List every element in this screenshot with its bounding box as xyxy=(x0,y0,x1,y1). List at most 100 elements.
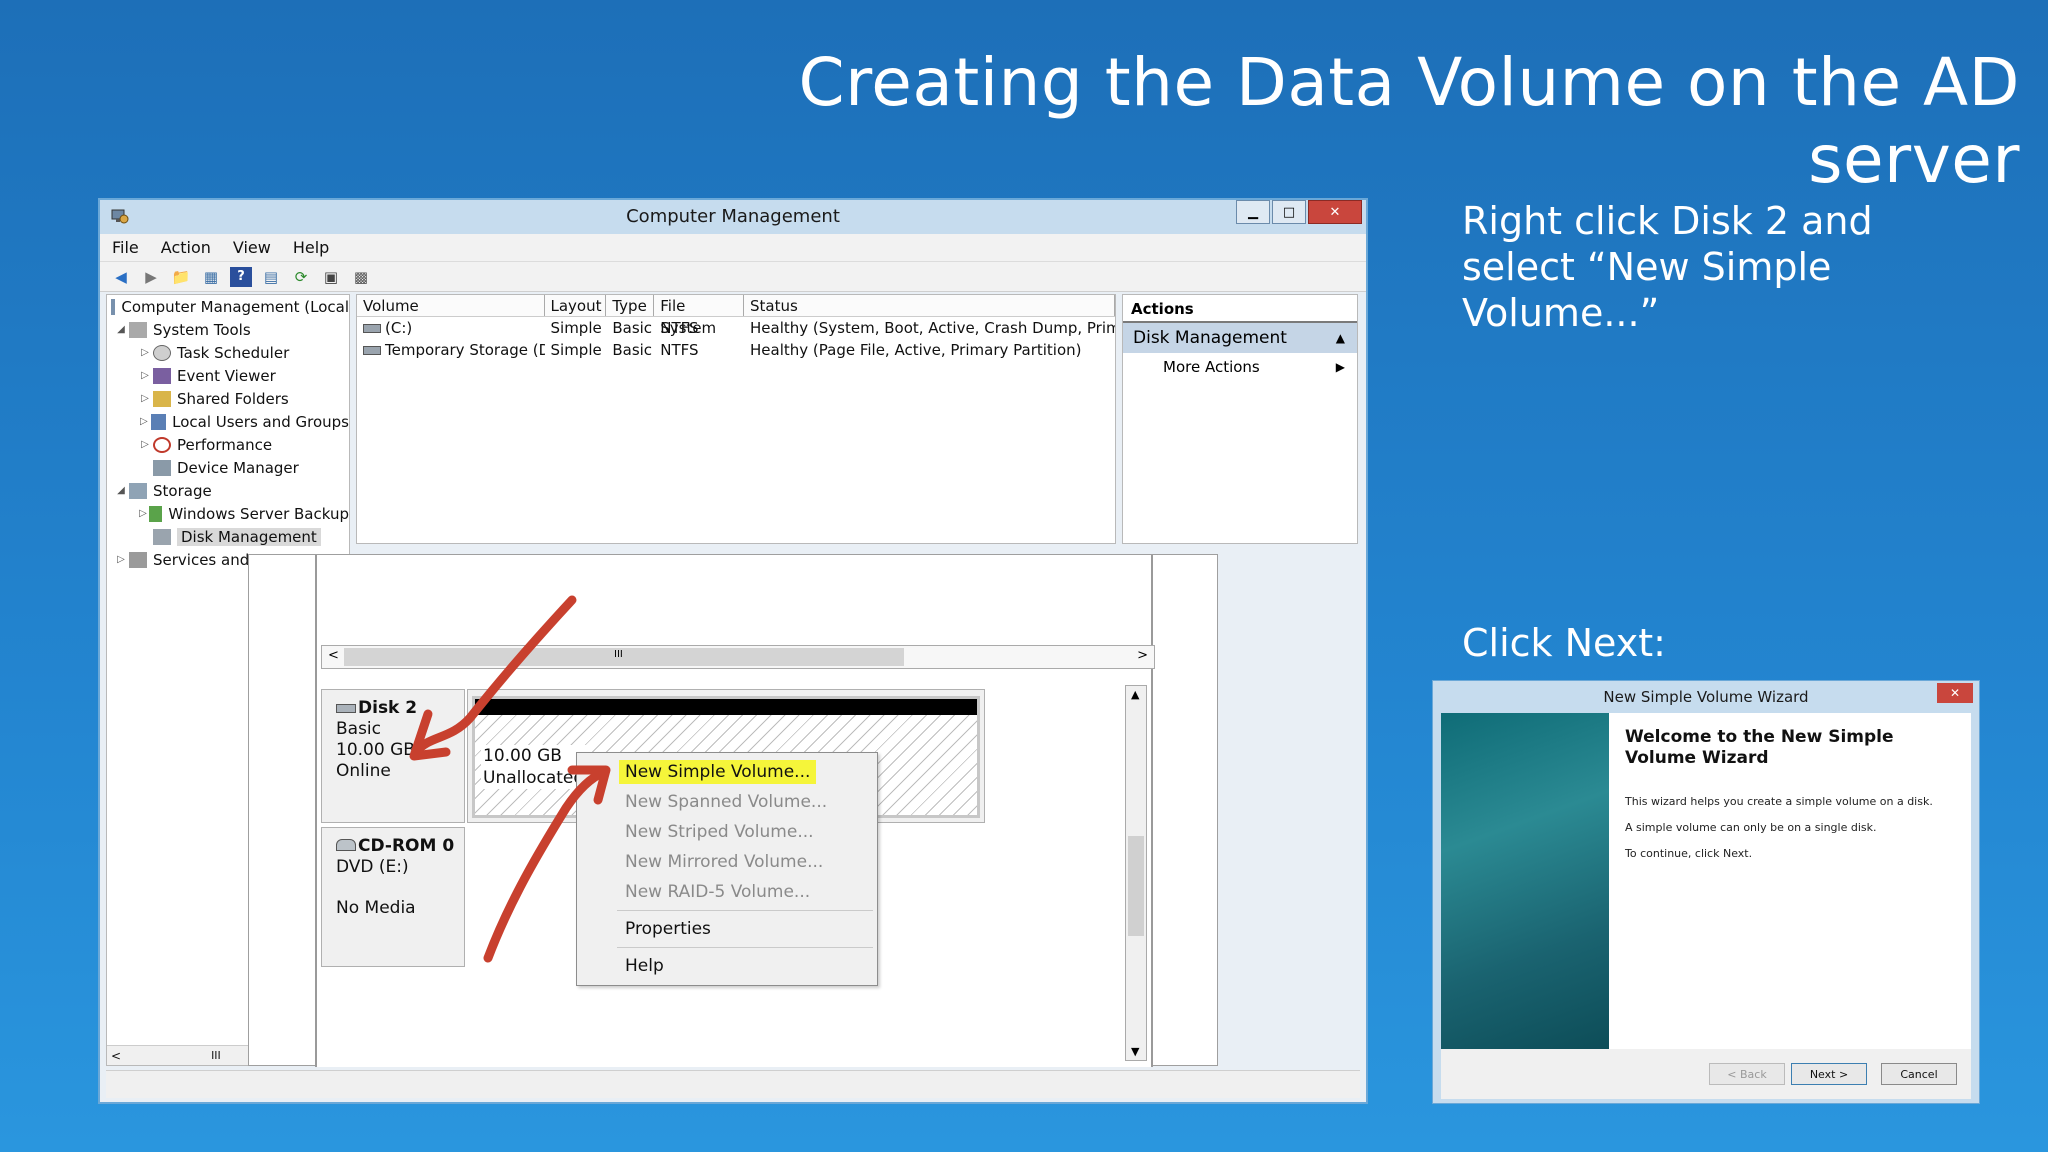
actions-pane: Actions Disk Management ▲ More Actions ▶ xyxy=(1122,294,1358,544)
tree-item-device-manager[interactable]: Device Manager xyxy=(107,456,349,479)
collapsed-triangle-icon[interactable]: ▷ xyxy=(137,347,153,358)
actions-header: Actions xyxy=(1123,295,1357,323)
tree-item-storage[interactable]: ◢ Storage xyxy=(107,479,349,502)
wizard-heading: Welcome to the New Simple Volume Wizard xyxy=(1625,727,1894,768)
show-hide-tree-icon[interactable]: ▦ xyxy=(200,267,222,287)
expanded-triangle-icon[interactable]: ◢ xyxy=(113,485,129,496)
next-button[interactable]: Next > xyxy=(1791,1063,1867,1085)
collapse-triangle-icon[interactable]: ▲ xyxy=(1336,323,1345,353)
scroll-left-icon[interactable]: < xyxy=(107,1049,121,1063)
menu-view[interactable]: View xyxy=(233,238,271,257)
table-row[interactable]: Temporary Storage (D:) Simple Basic NTFS… xyxy=(357,339,1115,361)
menu-help[interactable]: Help xyxy=(293,238,329,257)
tree-item-disk-management[interactable]: Disk Management xyxy=(107,525,349,548)
new-simple-volume-wizard: New Simple Volume Wizard ✕ Welcome to th… xyxy=(1432,680,1980,1104)
scroll-down-icon[interactable]: ▼ xyxy=(1131,1045,1139,1058)
column-header-type[interactable]: Type xyxy=(606,295,655,316)
event-viewer-icon xyxy=(153,367,171,384)
menu-item-new-striped-volume[interactable]: New Striped Volume... xyxy=(577,817,877,847)
collapsed-triangle-icon[interactable]: ▷ xyxy=(137,439,153,450)
tree-item-local-users-and-groups[interactable]: ▷ Local Users and Groups xyxy=(107,410,349,433)
refresh-icon[interactable]: ⟳ xyxy=(290,267,312,287)
title-bar[interactable]: Computer Management ▁ □ ✕ xyxy=(100,200,1366,234)
menu-item-new-mirrored-volume[interactable]: New Mirrored Volume... xyxy=(577,847,877,877)
forward-arrow-icon[interactable]: ▶ xyxy=(140,267,162,287)
tree-item-event-viewer[interactable]: ▷ Event Viewer xyxy=(107,364,349,387)
volume-type: Basic xyxy=(612,341,653,359)
scroll-right-icon[interactable]: > xyxy=(1137,648,1148,663)
tree-item-windows-server-backup[interactable]: ▷ Windows Server Backup xyxy=(107,502,349,525)
services-icon xyxy=(129,551,147,568)
tree-item-shared-folders[interactable]: ▷ Shared Folders xyxy=(107,387,349,410)
back-button[interactable]: < Back xyxy=(1709,1063,1785,1085)
scroll-left-icon[interactable]: < xyxy=(328,648,339,663)
menu-item-help[interactable]: Help xyxy=(577,951,877,981)
maximize-button[interactable]: □ xyxy=(1272,200,1306,224)
volume-list-pane: Volume Layout Type File System Status (C… xyxy=(356,294,1116,544)
vertical-scrollbar[interactable]: ▲ ▼ xyxy=(1125,685,1147,1061)
cdrom-label[interactable]: CD-ROM 0 DVD (E:) No Media xyxy=(321,827,465,967)
scroll-thumb-grip-icon[interactable]: III xyxy=(211,1049,221,1062)
settings-icon[interactable]: ▩ xyxy=(350,267,372,287)
backup-icon xyxy=(148,505,163,522)
tree-item-system-tools[interactable]: ◢ System Tools xyxy=(107,318,349,341)
tools-icon xyxy=(129,321,147,338)
back-arrow-icon[interactable]: ◀ xyxy=(110,267,132,287)
slide-title: Creating the Data Volume on the AD serve… xyxy=(798,44,2020,198)
collapsed-triangle-icon[interactable]: ▷ xyxy=(113,554,129,565)
performance-icon xyxy=(153,436,171,453)
menu-item-new-simple-volume[interactable]: New Simple Volume... xyxy=(577,757,877,787)
menu-action[interactable]: Action xyxy=(161,238,211,257)
scroll-thumb[interactable] xyxy=(344,648,904,666)
wizard-text: To continue, click Next. xyxy=(1625,847,1753,860)
minimize-button[interactable]: ▁ xyxy=(1236,200,1270,224)
collapsed-triangle-icon[interactable]: ▷ xyxy=(137,508,149,519)
storage-icon xyxy=(129,482,147,499)
disk-state: Online xyxy=(336,761,391,781)
tree-item-performance[interactable]: ▷ Performance xyxy=(107,433,349,456)
column-header-status[interactable]: Status xyxy=(744,295,1115,316)
show-hide-action-pane-icon[interactable]: ▤ xyxy=(260,267,282,287)
menu-bar: File Action View Help xyxy=(100,234,1366,262)
wizard-text: This wizard helps you create a simple vo… xyxy=(1625,795,1933,808)
menu-item-new-raid5-volume[interactable]: New RAID-5 Volume... xyxy=(577,877,877,907)
help-icon[interactable]: ? xyxy=(230,266,252,287)
device-manager-icon xyxy=(153,459,171,476)
column-header-file-system[interactable]: File System xyxy=(654,295,744,337)
column-header-layout[interactable]: Layout xyxy=(545,295,607,316)
volume-name: (C:) xyxy=(385,319,413,337)
scroll-up-icon[interactable]: ▲ xyxy=(1131,688,1139,701)
wizard-text: A simple volume can only be on a single … xyxy=(1625,821,1877,834)
table-row[interactable]: (C:) Simple Basic NTFS Healthy (System, … xyxy=(357,317,1115,339)
expanded-triangle-icon[interactable]: ◢ xyxy=(113,324,129,335)
users-icon xyxy=(150,413,167,430)
wizard-close-button[interactable]: ✕ xyxy=(1937,683,1973,703)
cancel-button[interactable]: Cancel xyxy=(1881,1063,1957,1085)
more-actions-item[interactable]: More Actions ▶ xyxy=(1123,353,1357,381)
scroll-thumb[interactable] xyxy=(1128,836,1144,936)
disk2-label[interactable]: Disk 2 Basic 10.00 GB Online xyxy=(321,689,465,823)
menu-item-properties[interactable]: Properties xyxy=(577,914,877,944)
volume-table-header: Volume Layout Type File System Status xyxy=(357,295,1115,337)
wizard-side-graphic xyxy=(1441,713,1609,1049)
disk-icon xyxy=(336,704,356,713)
close-button[interactable]: ✕ xyxy=(1308,200,1362,224)
actions-disk-management[interactable]: Disk Management ▲ xyxy=(1123,323,1357,353)
submenu-arrow-icon: ▶ xyxy=(1335,360,1345,374)
tree-item-task-scheduler[interactable]: ▷ Task Scheduler xyxy=(107,341,349,364)
horizontal-scrollbar[interactable]: < III > xyxy=(321,645,1155,669)
shared-folder-icon xyxy=(153,390,171,407)
column-header-volume[interactable]: Volume xyxy=(357,295,545,316)
volume-file-system: NTFS xyxy=(660,319,699,337)
context-menu: New Simple Volume... New Spanned Volume.… xyxy=(576,752,878,986)
collapsed-triangle-icon[interactable]: ▷ xyxy=(137,416,151,427)
tree-item-computer-management[interactable]: Computer Management (Local xyxy=(107,295,349,318)
wizard-title-bar[interactable]: New Simple Volume Wizard ✕ xyxy=(1433,681,1979,713)
menu-file[interactable]: File xyxy=(112,238,139,257)
menu-item-new-spanned-volume[interactable]: New Spanned Volume... xyxy=(577,787,877,817)
collapsed-triangle-icon[interactable]: ▷ xyxy=(137,393,153,404)
collapsed-triangle-icon[interactable]: ▷ xyxy=(137,370,153,381)
properties-icon[interactable]: ▣ xyxy=(320,267,342,287)
drive-icon xyxy=(363,324,381,333)
up-folder-icon[interactable]: 📁 xyxy=(170,267,192,287)
